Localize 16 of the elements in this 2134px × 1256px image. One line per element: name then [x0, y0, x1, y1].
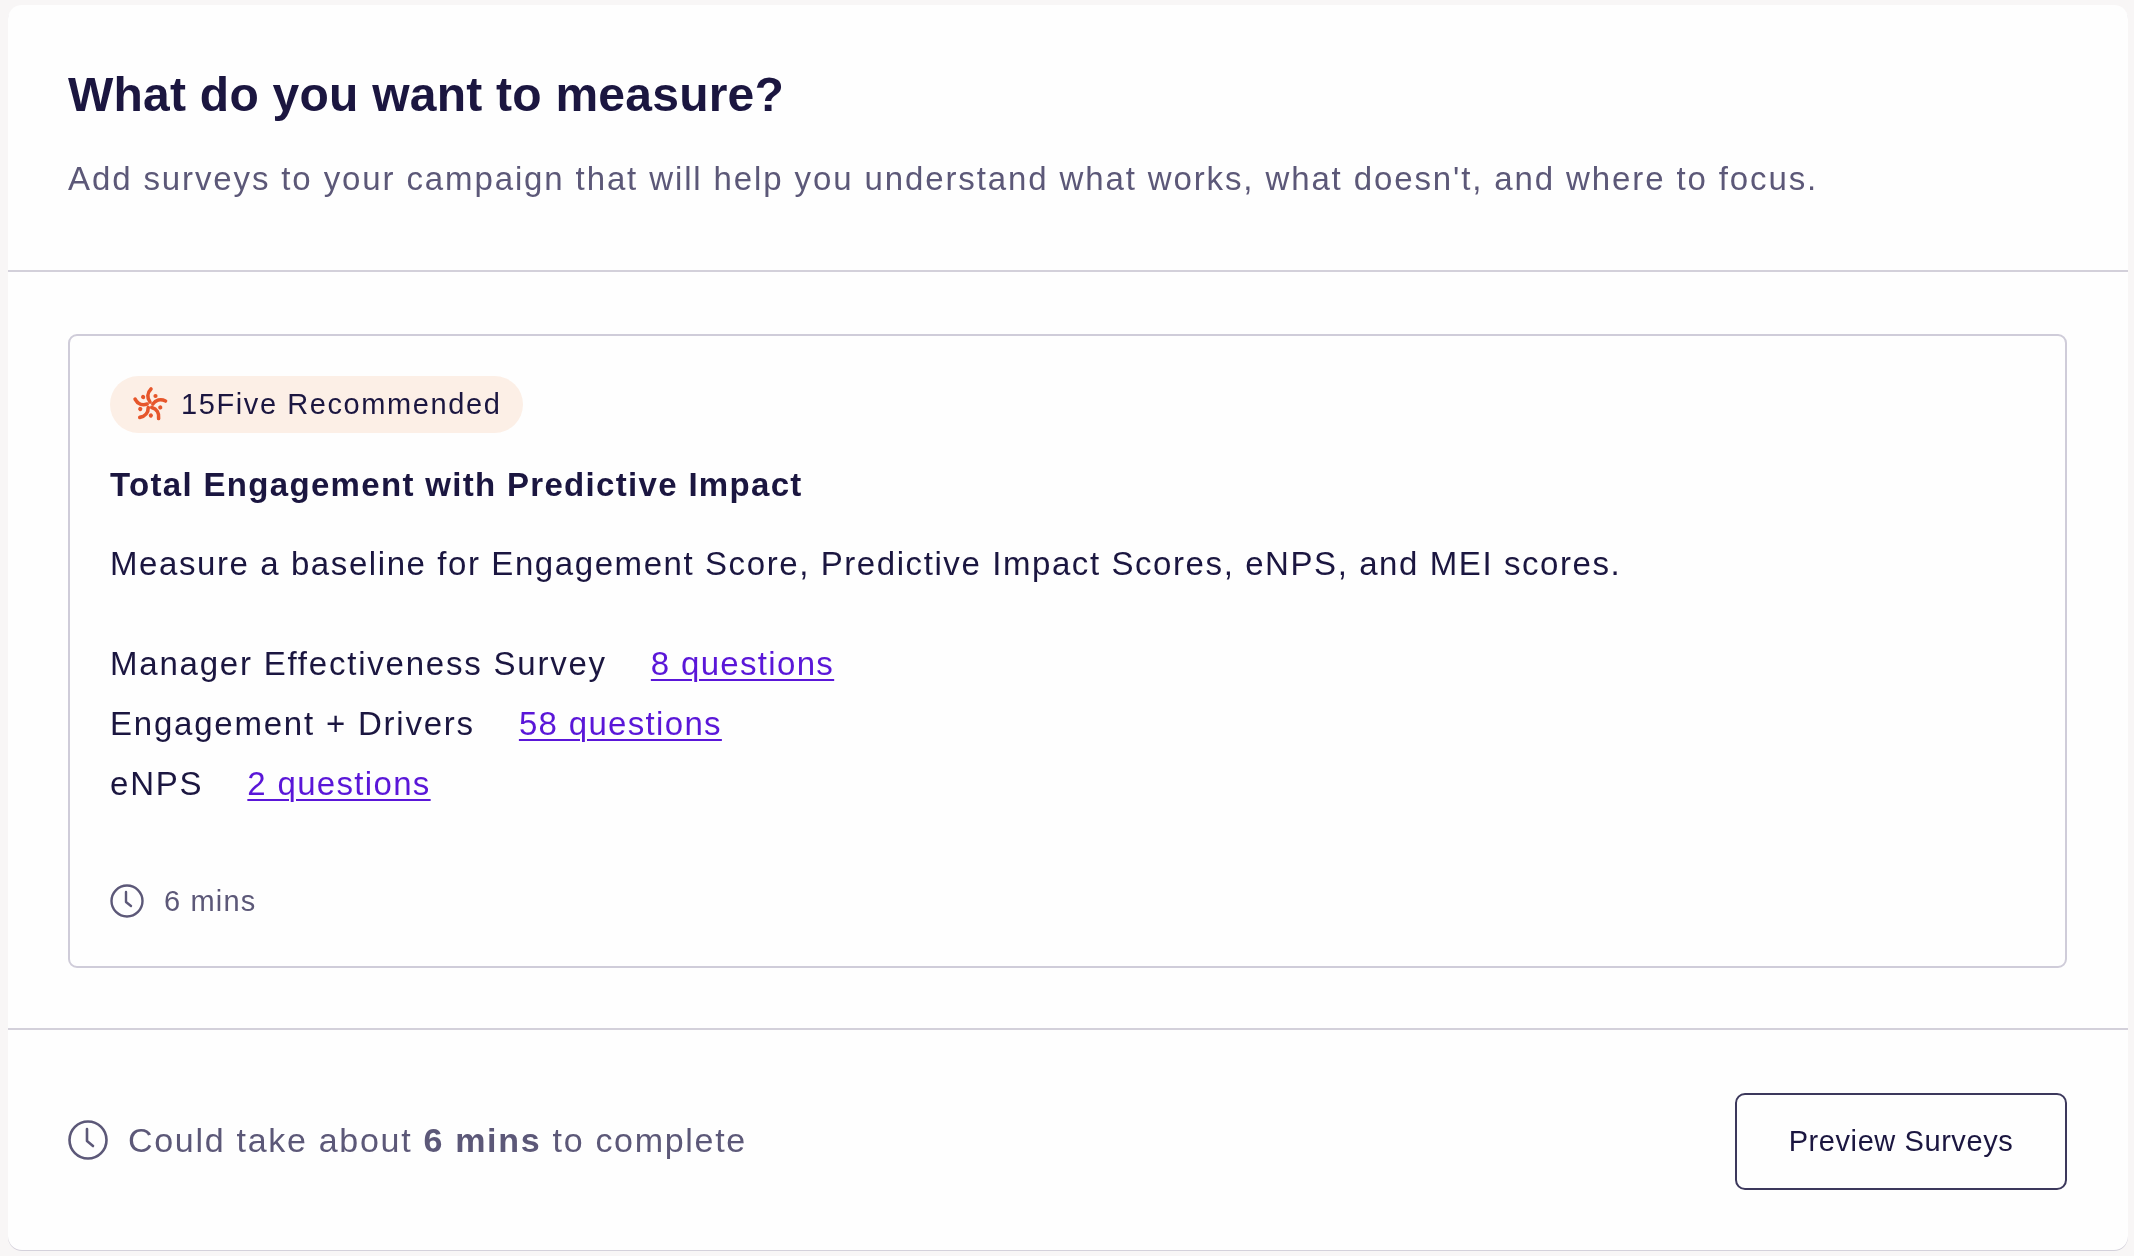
badge-label: 15Five Recommended — [181, 388, 502, 421]
page-title: What do you want to measure? — [68, 67, 786, 123]
card-title: Total Engagement with Predictive Impact — [110, 465, 803, 505]
survey-name: Engagement + Drivers — [110, 704, 475, 744]
questions-link[interactable]: 2 questions — [247, 764, 431, 804]
preview-surveys-button[interactable]: Preview Surveys — [1735, 1092, 2067, 1190]
card-description: Measure a baseline for Engagement Score, Predictive Impact Scores, eNPS, and MEI scores. — [110, 544, 1622, 584]
clock-icon — [68, 1120, 108, 1160]
duration-text: 6 mins — [164, 884, 257, 918]
clock-icon — [110, 884, 144, 918]
questions-link[interactable]: 58 questions — [518, 704, 722, 744]
questions-link[interactable]: 8 questions — [650, 644, 835, 684]
completion-estimate: Could take about 6 mins to complete — [128, 1120, 747, 1160]
page-subtitle: Add surveys to your campaign that will help you understand what works, what doesn't, and where to focus. — [68, 159, 1820, 199]
survey-name: eNPS — [110, 764, 204, 804]
survey-name: Manager Effectiveness Survey — [110, 644, 607, 684]
